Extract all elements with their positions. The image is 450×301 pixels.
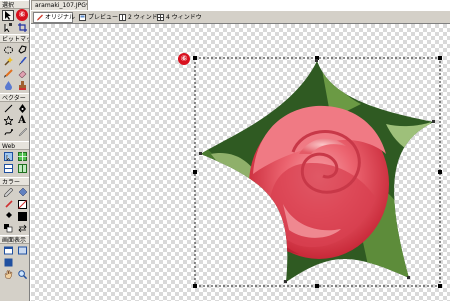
tab-2-window[interactable]: 2 ウィンドウ: [117, 12, 164, 23]
eraser-tool-icon[interactable]: [16, 68, 28, 79]
section-header-view: 画面表示: [0, 235, 29, 244]
knife-tool-icon[interactable]: [16, 127, 28, 138]
preview-icon: [79, 14, 86, 21]
brush-tool-icon[interactable]: [16, 56, 28, 67]
text-tool-icon[interactable]: A: [16, 115, 28, 126]
star-shape-tool-icon[interactable]: [2, 115, 14, 126]
four-window-icon: [157, 14, 164, 21]
magic-wand-icon[interactable]: [2, 56, 14, 67]
stroke-swatch-icon[interactable]: [16, 199, 28, 210]
full-screen-menu-icon[interactable]: [16, 245, 28, 256]
tab-preview[interactable]: プレビュー: [77, 12, 121, 23]
star-image-object[interactable]: [31, 24, 450, 301]
marquee-tool-icon[interactable]: [2, 44, 14, 55]
tools-panel: 選択 ⑥ ビットマップ ベクター A: [0, 0, 30, 301]
tab-label: プレビュー: [88, 14, 119, 21]
slice-tool-icon[interactable]: [16, 151, 28, 162]
tab-label: 4 ウィンドウ: [166, 14, 202, 21]
paint-bucket-tool-icon[interactable]: [16, 187, 28, 198]
standard-screen-icon[interactable]: [2, 245, 14, 256]
fill-color-icon[interactable]: [2, 211, 14, 222]
section-header-select: 選択: [0, 0, 29, 9]
section-header-web: Web: [0, 141, 29, 150]
two-window-icon: [119, 14, 126, 21]
section-header-bitmap: ビットマップ: [0, 34, 29, 43]
step-badge: ⑥: [16, 9, 28, 21]
crop-tool-icon[interactable]: [16, 22, 28, 33]
subselect-tool-icon[interactable]: [2, 22, 14, 33]
hide-slices-icon[interactable]: [2, 163, 14, 174]
hand-tool-icon[interactable]: [2, 269, 14, 280]
view-tabs-bar: オリジナル プレビュー 2 ウィンドウ 4 ウィンドウ: [31, 10, 450, 24]
eyedropper-tool-icon[interactable]: [2, 187, 14, 198]
fill-swatch-icon[interactable]: [16, 211, 28, 222]
rose-photo: [201, 61, 434, 282]
zoom-tool-icon[interactable]: [16, 269, 28, 280]
tab-4-window[interactable]: 4 ウィンドウ: [155, 12, 202, 23]
lasso-tool-icon[interactable]: [16, 44, 28, 55]
section-header-color: カラー: [0, 177, 29, 186]
pen-tool-icon[interactable]: [16, 103, 28, 114]
document-canvas[interactable]: ⑥: [31, 24, 450, 301]
step-badge: ⑥: [178, 53, 190, 65]
document-tab[interactable]: aramaki_107.JPG*: [31, 0, 88, 10]
full-screen-icon[interactable]: [2, 257, 14, 268]
blur-tool-icon[interactable]: [2, 80, 14, 91]
default-colors-icon[interactable]: [2, 223, 14, 234]
stroke-color-icon[interactable]: [2, 199, 14, 210]
pencil-tool-icon[interactable]: [2, 68, 14, 79]
tab-label: オリジナル: [45, 14, 76, 21]
swap-colors-icon[interactable]: [16, 223, 28, 234]
show-slices-icon[interactable]: [16, 163, 28, 174]
pencil-icon: [36, 14, 43, 21]
freeform-tool-icon[interactable]: [2, 127, 14, 138]
pointer-tool-icon[interactable]: [2, 10, 14, 21]
line-tool-icon[interactable]: [2, 103, 14, 114]
tab-original[interactable]: オリジナル: [33, 12, 76, 23]
section-header-vector: ベクター: [0, 93, 29, 102]
hotspot-tool-icon[interactable]: [2, 151, 14, 162]
rubber-stamp-icon[interactable]: [16, 80, 28, 91]
